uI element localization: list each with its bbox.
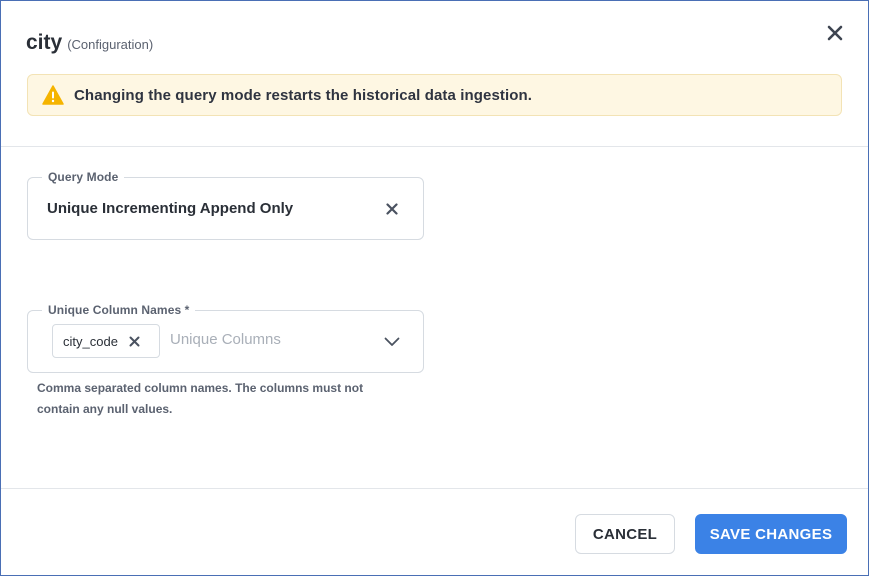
dialog-title: city [26,31,63,54]
warning-triangle-icon [42,85,64,105]
dialog-title-row: city (Configuration) [26,31,153,55]
unique-columns-label: Unique Column Names * [42,303,196,317]
chip-label: city_code [63,333,118,349]
close-button[interactable] [823,21,847,45]
query-mode-field[interactable]: Query Mode Unique Incrementing Append On… [27,170,424,240]
query-mode-value: Unique Incrementing Append Only [47,200,294,217]
query-mode-clear-button[interactable] [383,200,401,218]
unique-columns-helper-text: Comma separated column names. The column… [37,381,364,416]
header-divider [1,146,868,147]
dialog-subtitle: (Configuration) [67,37,154,52]
close-icon [386,203,398,215]
query-mode-label: Query Mode [42,170,125,184]
close-icon [827,25,843,41]
save-changes-button[interactable]: SAVE CHANGES [695,514,847,554]
unique-columns-input[interactable] [170,331,350,348]
unique-columns-field[interactable]: Unique Column Names * city_code [27,303,424,373]
configuration-dialog: city (Configuration) Changing the query … [0,0,869,576]
chevron-down-icon [384,337,400,346]
warning-alert: Changing the query mode restarts the his… [27,74,842,116]
alert-message: Changing the query mode restarts the his… [74,86,533,104]
dialog-header: city (Configuration) Changing the query … [1,1,868,146]
footer-divider [1,488,868,489]
chip-remove-button[interactable] [128,334,142,348]
cancel-button[interactable]: CANCEL [575,514,675,554]
column-chip: city_code [52,324,160,358]
close-icon [129,336,140,346]
dropdown-toggle[interactable] [383,333,401,351]
